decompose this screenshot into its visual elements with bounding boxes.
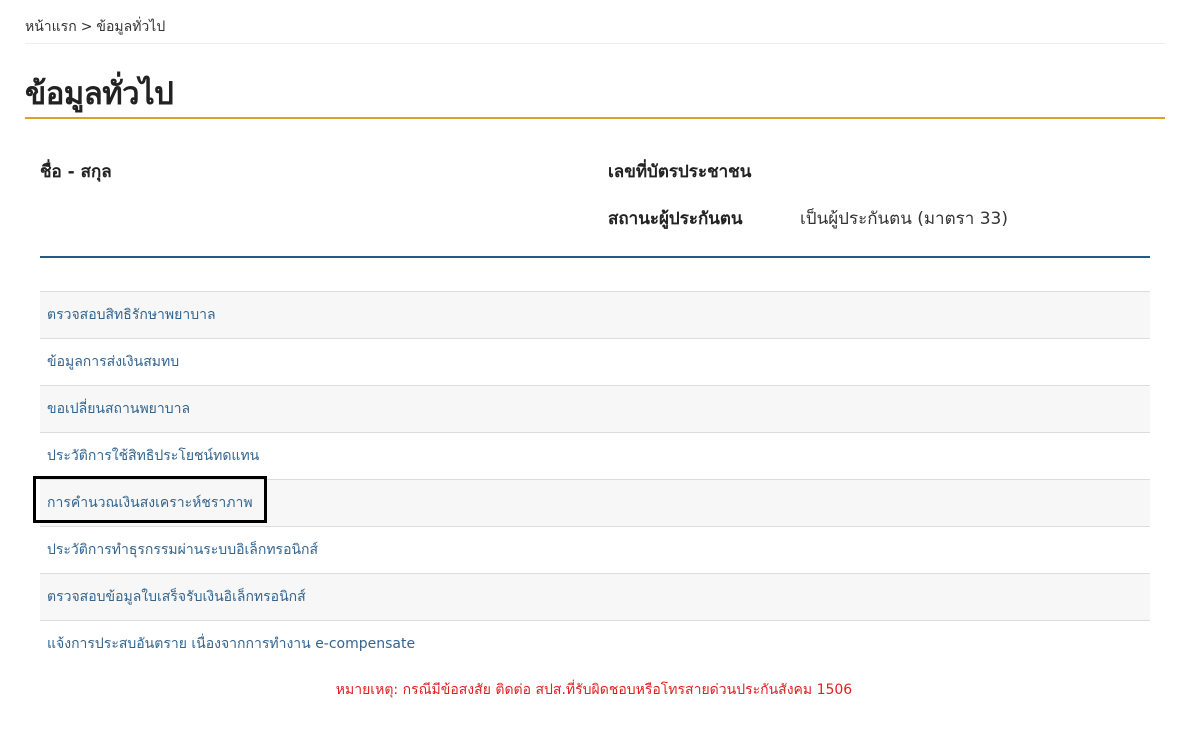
menu-item: ตรวจสอบข้อมูลใบเสร็จรับเงินอิเล็กทรอนิกส… xyxy=(40,574,1150,621)
breadcrumb: หน้าแรก > ข้อมูลทั่วไป xyxy=(25,16,1165,44)
old-age-pension-calc-link[interactable]: การคำนวณเงินสงเคราะห์ชราภาพ xyxy=(40,480,1150,526)
info-divider xyxy=(40,256,1150,258)
menu-item: ขอเปลี่ยนสถานพยาบาล xyxy=(40,386,1150,433)
page: หน้าแรก > ข้อมูลทั่วไป ข้อมูลทั่วไป ชื่อ -… xyxy=(0,0,1184,736)
menu-item: แจ้งการประสบอันตราย เนื่องจากการทำงาน e-… xyxy=(40,621,1150,667)
menu-item: ประวัติการทำธุรกรรมผ่านระบบอิเล็กทรอนิกส… xyxy=(40,527,1150,574)
menu-item: ข้อมูลการส่งเงินสมทบ xyxy=(40,339,1150,386)
name-label: ชื่อ - สกุล xyxy=(40,162,112,182)
note-text: หมายเหตุ: กรณีมีข้อสงสัย ติดต่อ สปส.ที่ร… xyxy=(335,682,853,698)
insured-status-label: สถานะผู้ประกันตน xyxy=(608,209,743,229)
contribution-info-link[interactable]: ข้อมูลการส่งเงินสมทบ xyxy=(40,339,1150,385)
check-medical-rights-link[interactable]: ตรวจสอบสิทธิรักษาพยาบาล xyxy=(40,292,1150,338)
transaction-history-link[interactable]: ประวัติการทำธุรกรรมผ่านระบบอิเล็กทรอนิกส… xyxy=(40,527,1150,573)
page-title: ข้อมูลทั่วไป xyxy=(25,76,174,112)
e-compensate-link[interactable]: แจ้งการประสบอันตราย เนื่องจากการทำงาน e-… xyxy=(40,621,1150,667)
change-hospital-link[interactable]: ขอเปลี่ยนสถานพยาบาล xyxy=(40,386,1150,432)
service-menu: ตรวจสอบสิทธิรักษาพยาบาล ข้อมูลการส่งเงิน… xyxy=(40,291,1150,667)
breadcrumb-separator: > xyxy=(80,19,93,35)
menu-item: ประวัติการใช้สิทธิประโยชน์ทดแทน xyxy=(40,433,1150,480)
insured-status-value: เป็นผู้ประกันตน (มาตรา 33) xyxy=(800,209,1008,229)
e-receipt-check-link[interactable]: ตรวจสอบข้อมูลใบเสร็จรับเงินอิเล็กทรอนิกส… xyxy=(40,574,1150,620)
menu-item: การคำนวณเงินสงเคราะห์ชราภาพ xyxy=(40,480,1150,527)
benefit-history-link[interactable]: ประวัติการใช้สิทธิประโยชน์ทดแทน xyxy=(40,433,1150,479)
id-card-label: เลขที่บัตรประชาชน xyxy=(608,162,752,182)
title-divider xyxy=(25,117,1165,119)
breadcrumb-current: ข้อมูลทั่วไป xyxy=(96,19,166,35)
breadcrumb-home-link[interactable]: หน้าแรก xyxy=(25,19,77,35)
menu-item: ตรวจสอบสิทธิรักษาพยาบาล xyxy=(40,292,1150,339)
